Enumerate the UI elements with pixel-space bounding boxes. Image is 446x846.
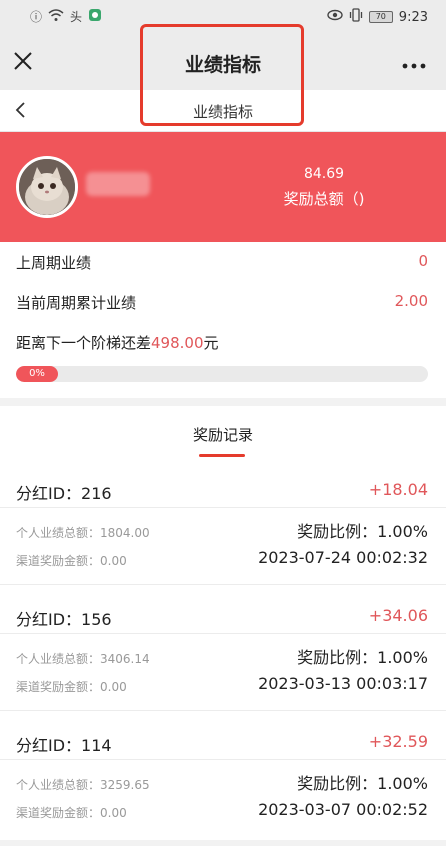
record-header: 分红ID：216 +18.04 [0,468,446,508]
top-bar: 业绩指标 [0,34,446,90]
more-icon [402,63,426,69]
records-heading[interactable]: 奖励记录 [0,424,446,445]
battery-icon: 70 [368,11,393,23]
divider [0,584,446,585]
status-right-icons: 70 9:23 [327,8,428,26]
eye-icon [327,9,343,25]
current-period-row: 当前周期累计业绩 2.00 [16,292,428,313]
status-left-icons: ⓘ 头 [30,8,102,26]
record-bonus: +32.59 [368,732,428,751]
list-item[interactable]: 分红ID：216 +18.04 个人业绩总额：1804.00 渠道奖励金额：0.… [0,468,446,594]
record-header: 分红ID：156 +34.06 [0,594,446,634]
progress-bar: 0% [16,366,428,382]
record-time: 2023-03-07 00:02:52 [258,800,428,819]
record-id: 分红ID：156 [16,610,112,629]
progress-fill: 0% [16,366,58,382]
alert-icon: ⓘ [30,10,43,24]
current-period-label: 当前周期累计业绩 [16,294,137,312]
more-button[interactable] [402,58,426,69]
record-ratio: 奖励比例：1.00% [297,522,428,541]
record-bonus: +18.04 [368,480,428,499]
app-icon: 头 [70,10,83,24]
reward-summary-card: 84.69 奖励总额（) [0,132,446,242]
list-item[interactable]: 分红ID：114 +32.59 个人业绩总额：3259.65 渠道奖励金额：0.… [0,720,446,846]
reward-total-amount: 84.69 [303,166,345,182]
last-period-label: 上周期业绩 [16,254,92,272]
record-time: 2023-03-13 00:03:17 [258,674,428,693]
record-personal-total: 个人业绩总额：1804.00 [16,526,150,540]
gap-suffix: 元 [203,334,219,352]
record-ratio: 奖励比例：1.00% [297,648,428,667]
records-tab-underline [199,454,245,457]
sub-title: 业绩指标 [192,103,253,121]
next-tier-gap: 距离下一个阶梯还差498.00元 [16,332,219,353]
app-icon-2 [88,8,102,26]
record-id: 分红ID：216 [16,484,112,503]
record-channel-amount: 渠道奖励金额：0.00 [16,554,127,568]
current-period-value: 2.00 [394,292,428,310]
username-blurred [86,172,150,196]
list-item[interactable]: 分红ID：156 +34.06 个人业绩总额：3406.14 渠道奖励金额：0.… [0,594,446,720]
record-header: 分红ID：114 +32.59 [0,720,446,760]
record-personal-total: 个人业绩总额：3406.14 [16,652,150,666]
gap-prefix: 距离下一个阶梯还差 [16,334,152,352]
record-bonus: +34.06 [368,606,428,625]
divider [0,710,446,711]
vibrate-icon [349,8,363,26]
record-personal-total: 个人业绩总额：3259.65 [16,778,150,792]
last-period-value: 0 [418,252,428,270]
record-time: 2023-07-24 00:02:32 [258,548,428,567]
reward-total-label: 奖励总额（) [283,190,365,208]
performance-stats: 上周期业绩 0 当前周期累计业绩 2.00 距离下一个阶梯还差498.00元 0… [0,242,446,398]
page-title: 业绩指标 [184,54,261,76]
reward-records: 奖励记录 分红ID：216 +18.04 个人业绩总额：1804.00 渠道奖励… [0,406,446,840]
status-bar: ⓘ 头 70 9:23 [0,0,446,34]
record-channel-amount: 渠道奖励金额：0.00 [16,806,127,820]
record-ratio: 奖励比例：1.00% [297,774,428,793]
record-id: 分红ID：114 [16,736,112,755]
record-channel-amount: 渠道奖励金额：0.00 [16,680,127,694]
gap-value: 498.00 [151,334,204,352]
sub-header: 业绩指标 [0,90,446,132]
avatar [16,156,78,218]
status-time: 9:23 [398,9,428,25]
cat-avatar-image [19,159,75,215]
wifi-icon [48,8,64,26]
last-period-row: 上周期业绩 0 [16,252,428,273]
